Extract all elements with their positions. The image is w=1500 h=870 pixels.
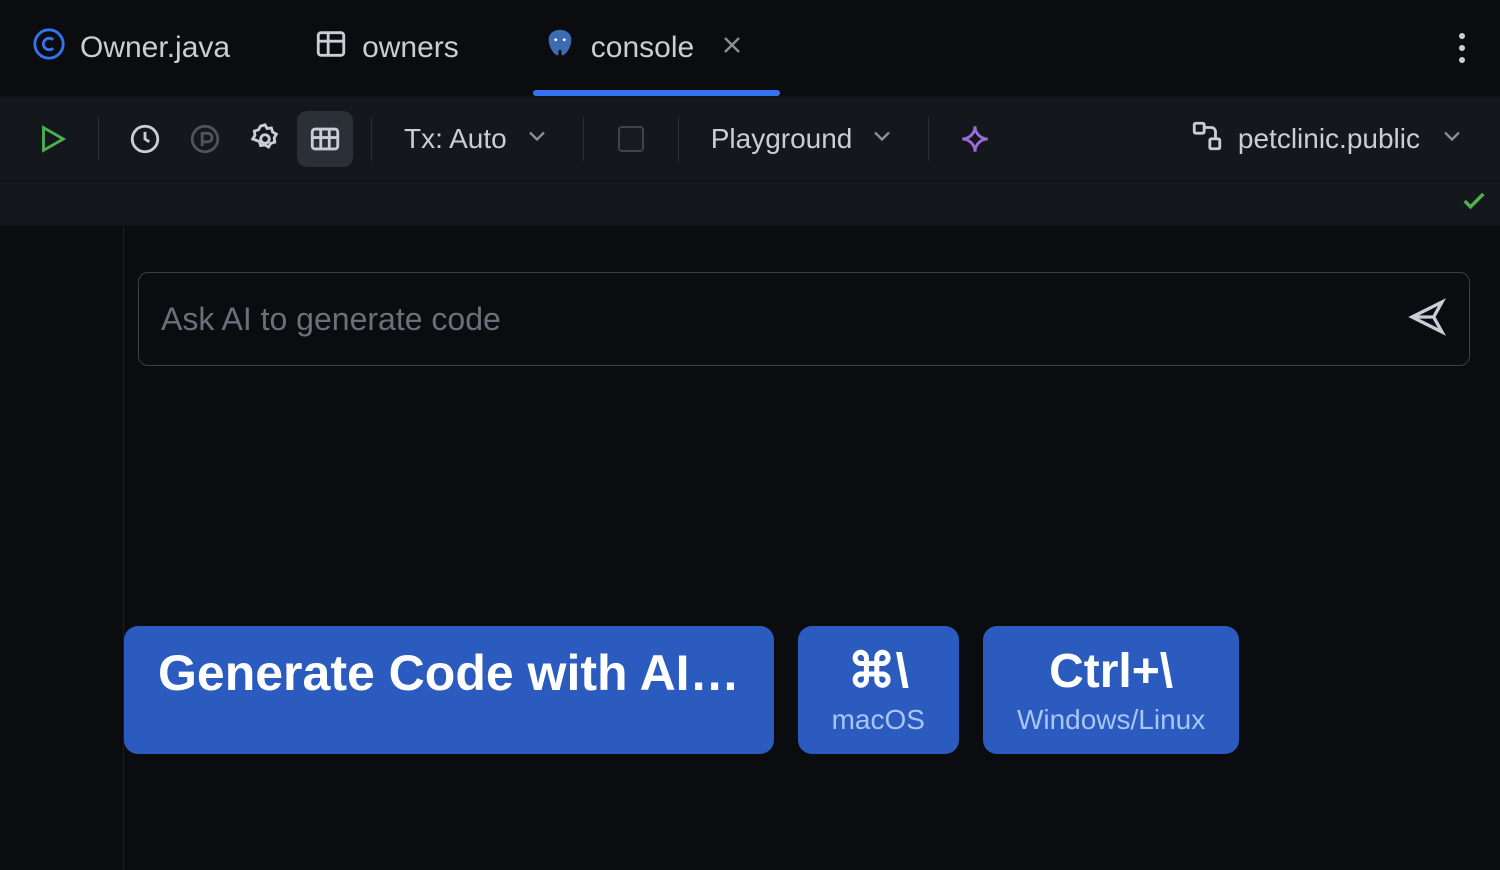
tab-console[interactable]: console [533, 0, 780, 96]
separator [98, 117, 99, 161]
separator [678, 117, 679, 161]
tab-label: console [591, 31, 694, 65]
ai-assistant-button[interactable] [947, 111, 1003, 167]
class-icon [32, 27, 66, 69]
history-button[interactable] [117, 111, 173, 167]
tab-owners[interactable]: owners [304, 0, 493, 96]
editor-content[interactable]: Generate Code with AI… ⌘\ macOS Ctrl+\ W… [124, 226, 1500, 870]
separator [371, 117, 372, 161]
ai-prompt-input[interactable] [161, 301, 1407, 338]
chip-generate-code: Generate Code with AI… [124, 626, 774, 754]
tab-label: owners [362, 31, 459, 65]
chip-keys: Ctrl+\ [1049, 646, 1173, 699]
chevron-down-icon [868, 122, 896, 157]
kebab-icon [1459, 33, 1465, 63]
chip-shortcut-windows-linux: Ctrl+\ Windows/Linux [983, 626, 1239, 754]
chevron-down-icon [1438, 122, 1466, 157]
table-icon [314, 27, 348, 69]
tab-overflow-menu[interactable] [1438, 24, 1486, 72]
separator [583, 117, 584, 161]
run-button[interactable] [24, 111, 80, 167]
gutter [0, 226, 124, 870]
hint-chips: Generate Code with AI… ⌘\ macOS Ctrl+\ W… [124, 626, 1239, 754]
status-strip [0, 182, 1500, 226]
editor-area: Generate Code with AI… ⌘\ macOS Ctrl+\ W… [0, 226, 1500, 870]
preview-button[interactable] [177, 111, 233, 167]
schema-label: petclinic.public [1238, 123, 1420, 155]
playground-label: Playground [711, 123, 853, 155]
ai-prompt-box[interactable] [138, 272, 1470, 366]
editor-tabs: Owner.java owners console [0, 0, 1500, 96]
stop-icon [618, 126, 644, 152]
playground-dropdown[interactable]: Playground [697, 111, 911, 167]
chip-sub: Windows/Linux [1017, 705, 1205, 736]
schema-icon [1190, 119, 1224, 160]
settings-button[interactable] [237, 111, 293, 167]
tx-label: Tx: Auto [404, 123, 507, 155]
console-toolbar: Tx: Auto Playground petc [0, 96, 1500, 182]
stop-button[interactable] [602, 111, 660, 167]
transaction-mode-dropdown[interactable]: Tx: Auto [390, 111, 565, 167]
tab-label: Owner.java [80, 31, 230, 65]
chip-label: Generate Code with AI… [158, 646, 740, 701]
schema-selector[interactable]: petclinic.public [1180, 119, 1476, 160]
view-table-button[interactable] [297, 111, 353, 167]
close-icon[interactable] [718, 31, 746, 66]
chevron-down-icon [523, 122, 551, 157]
separator [928, 117, 929, 161]
send-icon[interactable] [1407, 297, 1447, 342]
postgres-icon [543, 27, 577, 69]
check-icon [1460, 187, 1488, 220]
chip-keys: ⌘\ [848, 646, 909, 699]
chip-shortcut-macos: ⌘\ macOS [798, 626, 959, 754]
chip-sub: macOS [832, 705, 925, 736]
tab-owner-java[interactable]: Owner.java [22, 0, 264, 96]
